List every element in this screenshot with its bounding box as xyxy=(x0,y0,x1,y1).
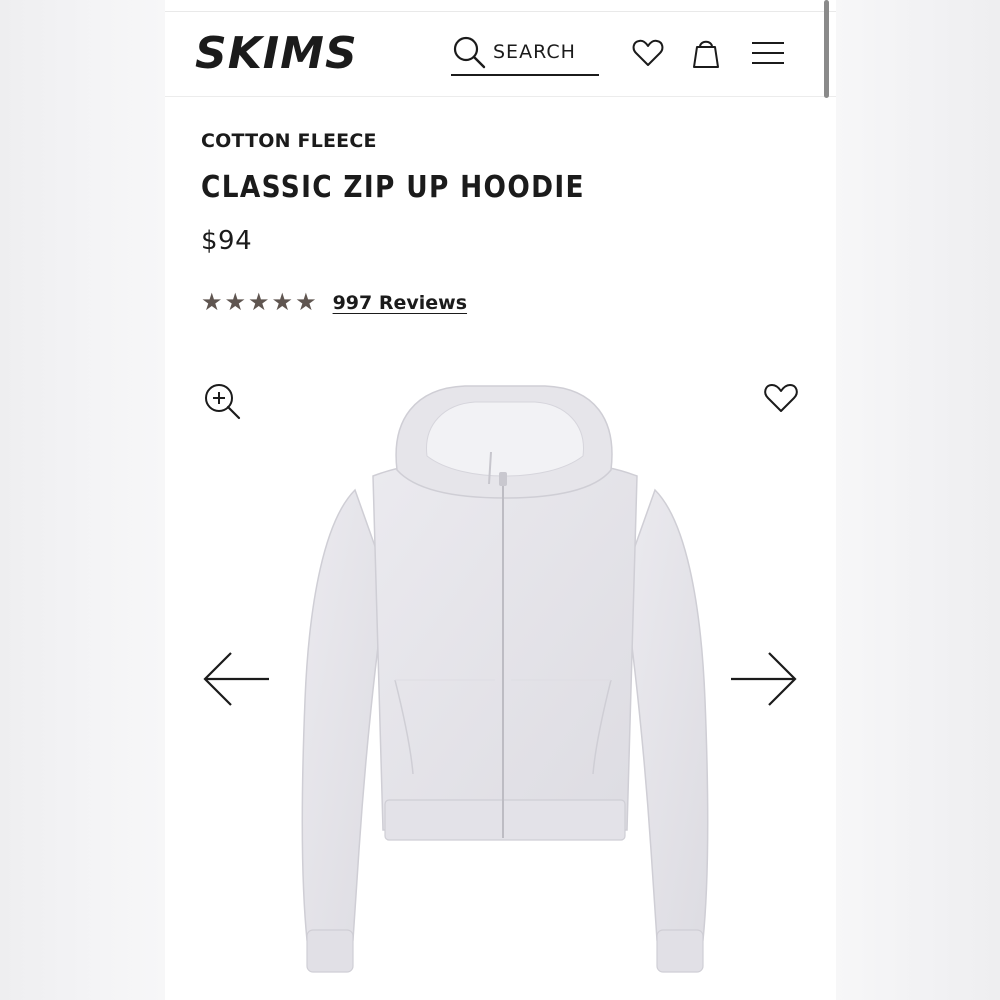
zoom-in-icon xyxy=(205,384,241,420)
product-title: CLASSIC ZIP UP HOODIE xyxy=(201,170,585,205)
zoom-button[interactable] xyxy=(201,380,243,422)
top-strip xyxy=(165,0,836,12)
star-rating: ★ ★ ★ ★ ★ xyxy=(201,291,317,315)
product-page: SKIMS SEARCH COTTON FLEECE CLASSIC ZIP U… xyxy=(165,0,836,1000)
scrollbar[interactable] xyxy=(824,0,829,98)
star-icon: ★ xyxy=(271,289,294,316)
site-header: SKIMS SEARCH xyxy=(165,12,836,97)
heart-icon xyxy=(632,39,664,66)
shopping-bag-icon xyxy=(693,40,719,68)
star-icon: ★ xyxy=(224,289,247,316)
left-backdrop xyxy=(0,0,165,1000)
search-icon xyxy=(453,36,486,69)
skims-logo[interactable]: SKIMS xyxy=(193,28,373,76)
product-image xyxy=(301,385,709,973)
star-icon: ★ xyxy=(201,289,223,316)
menu-button[interactable] xyxy=(751,36,785,70)
product-category: COTTON FLEECE xyxy=(201,130,377,152)
menu-icon xyxy=(752,42,784,64)
star-icon: ★ xyxy=(295,289,317,316)
search-field[interactable]: SEARCH xyxy=(451,30,599,76)
wishlist-heart-icon xyxy=(764,384,798,412)
search-label: SEARCH xyxy=(493,41,576,63)
right-backdrop xyxy=(836,0,1000,1000)
cart-button[interactable] xyxy=(689,36,723,70)
product-price: $94 xyxy=(201,226,253,256)
wishlist-button[interactable] xyxy=(631,36,665,70)
rating-row: ★ ★ ★ ★ ★ 997 Reviews xyxy=(201,288,467,318)
logo-text: SKIMS xyxy=(195,28,358,76)
arrow-left-icon xyxy=(203,652,269,706)
next-image-button[interactable] xyxy=(729,648,799,710)
arrow-right-icon xyxy=(731,652,797,706)
save-to-wishlist-button[interactable] xyxy=(761,378,801,418)
star-icon: ★ xyxy=(248,289,270,316)
previous-image-button[interactable] xyxy=(201,648,271,710)
reviews-link[interactable]: 997 Reviews xyxy=(333,292,467,314)
